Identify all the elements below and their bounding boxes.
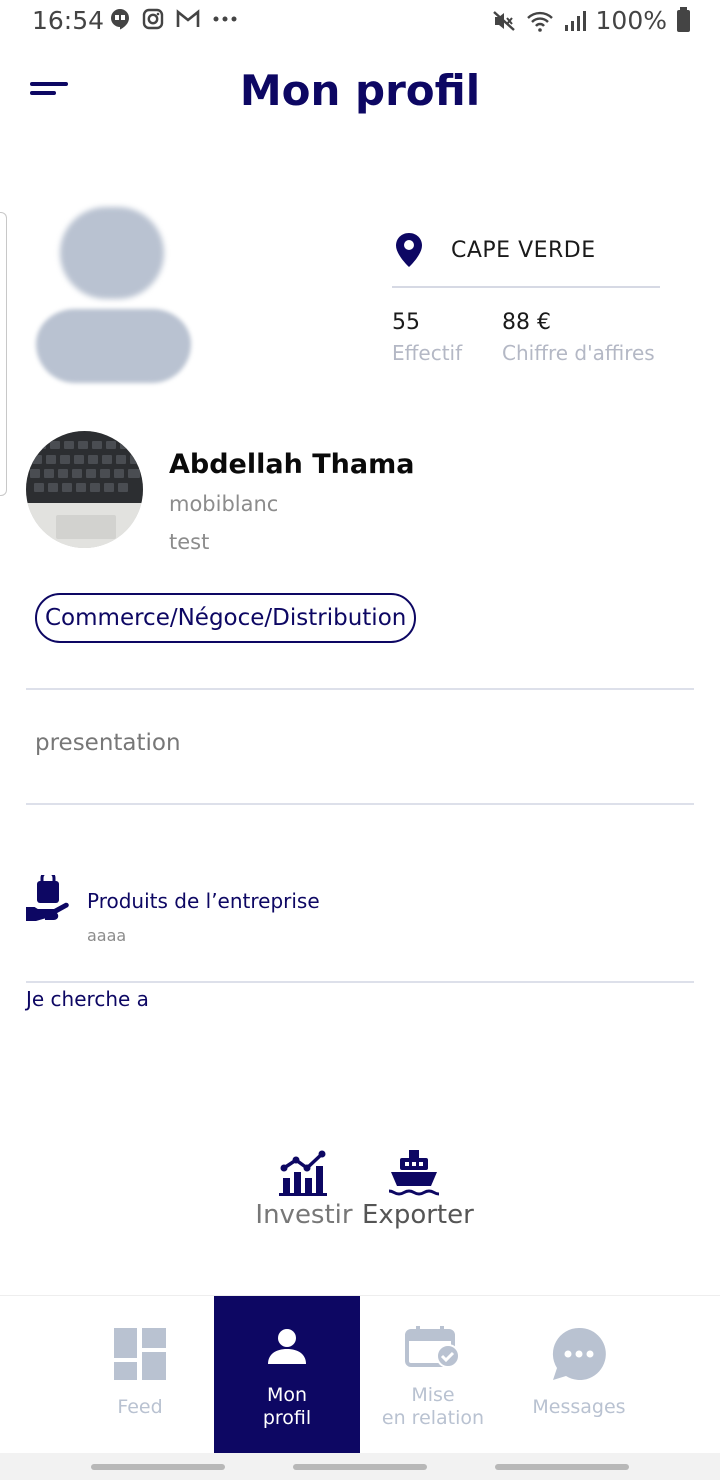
avatar-head-shape (60, 207, 164, 299)
nav-item-profile[interactable]: Mon profil (214, 1296, 360, 1454)
status-time: 16:54 (32, 6, 105, 35)
location-divider (392, 286, 660, 288)
goal-investir[interactable]: Investir (254, 1148, 354, 1230)
goal-investir-label: Investir (255, 1200, 353, 1230)
nav-item-feed[interactable]: Feed (67, 1296, 213, 1454)
status-system-icons: 100% (492, 6, 690, 35)
stat-ca-value: 88 € (502, 310, 551, 335)
sector-chip[interactable]: Commerce/Négoce/Distribution (35, 593, 417, 643)
section-divider (26, 688, 694, 690)
location-text: CAPE VERDE (451, 237, 596, 263)
battery-percentage: 100% (595, 6, 667, 35)
nav-profile-label-line1: Mon (266, 1384, 308, 1406)
section-divider (26, 981, 694, 983)
signal-icon (564, 10, 586, 31)
ship-icon (388, 1150, 440, 1196)
page-title: Mon profil (239, 66, 481, 115)
avatar-body-shape (36, 309, 191, 383)
profile-name: Abdellah Thama (169, 449, 415, 480)
system-navigation-bar (0, 1453, 720, 1480)
nav-messages-label: Messages (532, 1396, 626, 1418)
status-bar: 16:54 100% (0, 0, 720, 44)
profile-photo[interactable] (26, 431, 143, 548)
stat-effectif: 55 Effectif (392, 310, 462, 365)
stat-ca-label: Chiffre d'affires (502, 341, 655, 365)
status-notification-icons (110, 8, 238, 30)
stat-effectif-value: 55 (392, 310, 420, 335)
location-pin-icon (396, 233, 422, 267)
hangouts-icon (111, 9, 129, 30)
profile-company: mobiblanc (169, 492, 279, 516)
presentation-text: presentation (35, 730, 181, 756)
investment-chart-icon (279, 1150, 327, 1196)
nav-profile-label: Mon profil (214, 1384, 360, 1430)
user-icon (268, 1329, 306, 1364)
goal-exporter-label: Exporter (362, 1200, 474, 1230)
system-nav-handle[interactable] (495, 1464, 629, 1470)
nav-item-messages[interactable]: Messages (506, 1296, 652, 1454)
goal-exporter[interactable]: Exporter (362, 1148, 474, 1230)
side-drawer-handle[interactable] (0, 212, 7, 496)
location: CAPE VERDE (393, 232, 596, 268)
chat-bubble-icon (552, 1327, 606, 1380)
nav-item-mise-en-relation[interactable]: Mise en relation (360, 1296, 506, 1454)
mute-icon (492, 10, 515, 31)
company-avatar-placeholder[interactable] (36, 207, 191, 383)
products-value: aaaa (87, 926, 127, 945)
more-dots-icon (213, 16, 237, 22)
profile-photo-image (26, 431, 143, 548)
nav-relation-label: Mise en relation (360, 1384, 506, 1430)
dashboard-grid-icon (114, 1328, 166, 1380)
wifi-icon (526, 11, 553, 32)
products-hand-bag-icon (25, 870, 71, 925)
section-divider (26, 803, 694, 805)
system-nav-handle[interactable] (293, 1464, 427, 1470)
nav-profile-label-line2: profil (262, 1407, 312, 1429)
gmail-icon (176, 9, 200, 27)
nav-relation-label-line2: en relation (381, 1407, 485, 1429)
calendar-check-icon (405, 1326, 460, 1368)
bottom-navigation: Feed Mon profil Mise en relation Message… (0, 1295, 720, 1454)
battery-icon (677, 6, 690, 32)
profile-role: test (169, 530, 210, 554)
system-nav-handle[interactable] (91, 1464, 225, 1470)
nav-feed-label: Feed (117, 1396, 163, 1418)
nav-relation-label-line1: Mise (411, 1384, 455, 1406)
products-title: Produits de l’entreprise (87, 889, 320, 913)
stat-chiffre-affaires: 88 € Chiffre d'affires (502, 310, 655, 365)
stat-effectif-label: Effectif (392, 341, 463, 365)
instagram-icon (142, 8, 164, 30)
search-title: Je cherche a (26, 987, 149, 1011)
